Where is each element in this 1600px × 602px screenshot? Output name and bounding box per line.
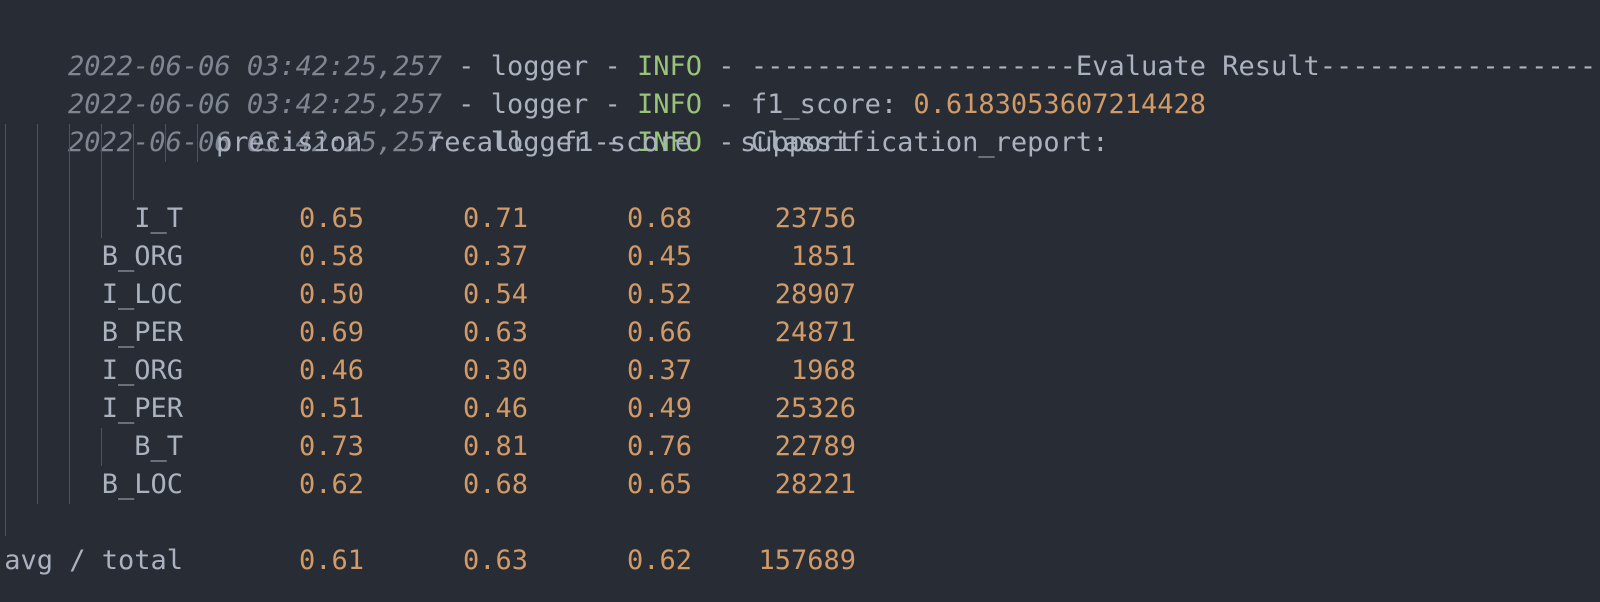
row-label: I_ORG xyxy=(101,355,183,386)
row-label: I_PER xyxy=(101,393,183,424)
row-support: 24871 xyxy=(774,317,856,348)
report-header-recall: recall xyxy=(428,127,526,158)
total-precision: 0.61 xyxy=(298,545,364,576)
row-label: B_LOC xyxy=(101,469,183,500)
row-precision: 0.46 xyxy=(298,355,364,386)
row-precision: 0.65 xyxy=(298,203,364,234)
indent-guide xyxy=(101,124,102,200)
indent-guide xyxy=(165,124,166,162)
row-precision: 0.51 xyxy=(298,393,364,424)
row-support: 23756 xyxy=(774,203,856,234)
row-recall: 0.30 xyxy=(462,355,528,386)
report-header-precision: precision xyxy=(216,127,363,158)
log-line: 2022-06-06 03:42:25,257 - logger - INFO … xyxy=(3,86,1108,158)
row-precision: 0.69 xyxy=(298,317,364,348)
log-line: 2022-06-06 03:42:25,257 - logger - INFO … xyxy=(3,48,1206,120)
row-label: B_ORG xyxy=(101,241,183,272)
row-f1-score: 0.45 xyxy=(626,241,692,272)
row-recall: 0.46 xyxy=(462,393,528,424)
row-precision: 0.73 xyxy=(298,431,364,462)
row-support: 22789 xyxy=(774,431,856,462)
row-f1-score: 0.37 xyxy=(626,355,692,386)
row-recall: 0.71 xyxy=(462,203,528,234)
total-support: 157689 xyxy=(758,545,856,576)
row-recall: 0.37 xyxy=(462,241,528,272)
indent-guide xyxy=(197,124,198,162)
row-precision: 0.50 xyxy=(298,279,364,310)
row-f1-score: 0.76 xyxy=(626,431,692,462)
row-f1-score: 0.68 xyxy=(626,203,692,234)
row-f1-score: 0.66 xyxy=(626,317,692,348)
row-support: 1968 xyxy=(790,355,856,386)
row-label: I_T xyxy=(134,203,183,234)
row-recall: 0.63 xyxy=(462,317,528,348)
row-f1-score: 0.52 xyxy=(626,279,692,310)
row-support: 28907 xyxy=(774,279,856,310)
row-support: 28221 xyxy=(774,469,856,500)
log-line: 2022-06-06 03:42:25,257 - logger - INFO … xyxy=(3,10,1600,82)
row-recall: 0.81 xyxy=(462,431,528,462)
row-f1-score: 0.65 xyxy=(626,469,692,500)
indent-guide xyxy=(133,124,134,200)
row-precision: 0.58 xyxy=(298,241,364,272)
total-f1-score: 0.62 xyxy=(626,545,692,576)
row-precision: 0.62 xyxy=(298,469,364,500)
total-recall: 0.63 xyxy=(462,545,528,576)
row-label: B_T xyxy=(134,431,183,462)
report-header-f1-score: f1-score xyxy=(561,127,692,158)
row-support: 1851 xyxy=(790,241,856,272)
report-header-support: support xyxy=(740,127,854,158)
row-support: 25326 xyxy=(774,393,856,424)
terminal-output: 2022-06-06 03:42:25,257 - logger - INFO … xyxy=(0,0,1600,602)
row-f1-score: 0.49 xyxy=(626,393,692,424)
row-label: I_LOC xyxy=(101,279,183,310)
row-recall: 0.68 xyxy=(462,469,528,500)
row-recall: 0.54 xyxy=(462,279,528,310)
row-label: B_PER xyxy=(101,317,183,348)
total-label: avg / total xyxy=(4,545,183,576)
